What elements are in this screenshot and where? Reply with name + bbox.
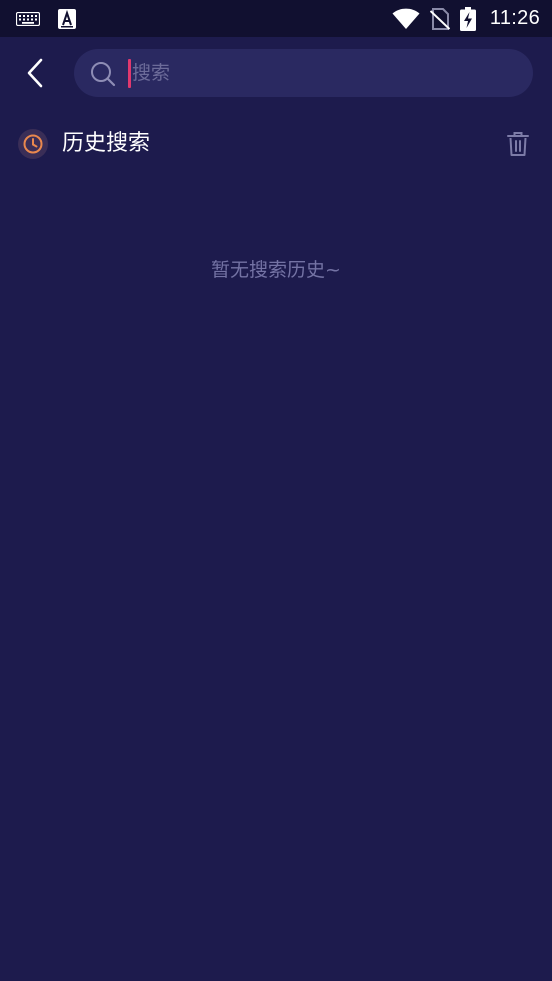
empty-history-message: 暂无搜索历史~	[211, 259, 341, 281]
status-time: 11:26	[489, 7, 540, 29]
status-bar: 11:26	[0, 0, 552, 37]
chevron-left-icon	[27, 58, 43, 88]
back-button[interactable]	[16, 53, 56, 93]
search-top-bar	[0, 37, 552, 111]
wifi-icon	[392, 8, 420, 30]
status-bar-right: 11:26	[392, 0, 540, 37]
history-title: 历史搜索	[62, 131, 151, 156]
no-sim-icon	[429, 7, 450, 30]
search-icon	[90, 61, 116, 91]
trash-icon	[507, 132, 529, 156]
text-a-icon	[58, 8, 76, 29]
keyboard-icon	[16, 11, 40, 26]
status-bar-left	[16, 0, 76, 37]
clear-history-button[interactable]	[506, 131, 530, 157]
search-box[interactable]	[74, 49, 533, 97]
search-input[interactable]	[132, 49, 512, 97]
clock-icon	[18, 129, 48, 159]
battery-charging-icon	[459, 6, 476, 31]
text-cursor	[128, 59, 131, 88]
history-header: 历史搜索	[0, 122, 552, 166]
